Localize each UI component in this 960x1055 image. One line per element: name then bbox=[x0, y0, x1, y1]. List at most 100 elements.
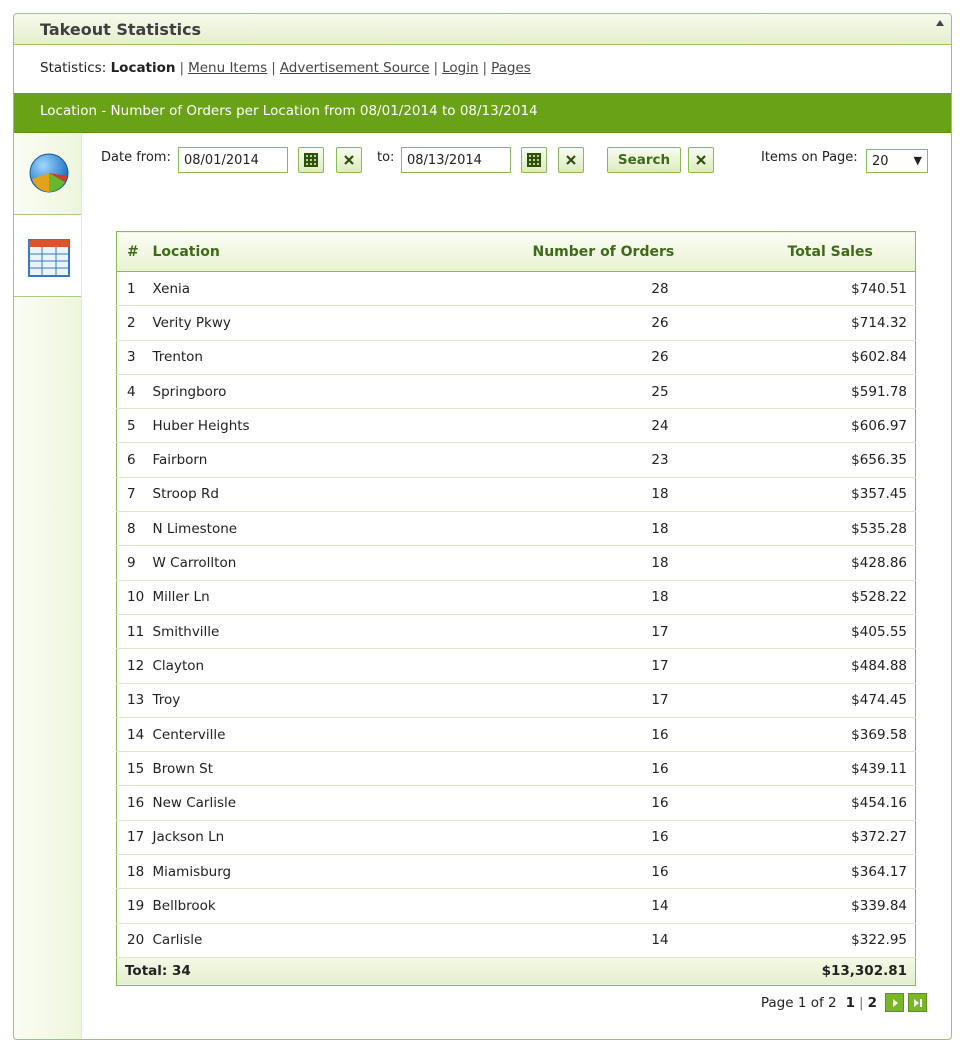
next-icon bbox=[892, 998, 898, 1007]
table-row: 13 Troy 17 $474.45 bbox=[116, 683, 916, 718]
table-row: 11 Smithville 17 $405.55 bbox=[116, 614, 916, 650]
date-from-clear-button[interactable] bbox=[336, 147, 362, 173]
cell-location: Troy bbox=[152, 683, 533, 718]
search-clear-button[interactable] bbox=[688, 147, 714, 173]
location-stats-table: # Location Number of Orders Total Sales … bbox=[116, 231, 916, 986]
nav-separator: | bbox=[271, 60, 276, 76]
date-to-label: to: bbox=[377, 150, 395, 165]
cell-number: 18 bbox=[116, 854, 153, 890]
cell-total-sales: $528.22 bbox=[787, 580, 916, 615]
cell-orders: 16 bbox=[532, 785, 788, 821]
table-row: 8N Limestone 18 $535.28 bbox=[116, 511, 916, 547]
table-row: 2 Verity Pkwy 26 $714.32 bbox=[116, 305, 916, 341]
date-to-input[interactable]: 08/13/2014 bbox=[401, 147, 511, 173]
close-icon bbox=[566, 155, 576, 165]
cell-number: 7 bbox=[116, 477, 153, 513]
table-row: 7 Stroop Rd 18 $357.45 bbox=[116, 477, 916, 513]
search-button[interactable]: Search bbox=[607, 147, 681, 173]
cell-total-sales: $454.16 bbox=[787, 785, 916, 821]
nav-link-advertisement-source[interactable]: Advertisement Source bbox=[280, 60, 430, 76]
cell-total-sales: $656.35 bbox=[787, 442, 916, 478]
cell-orders: 28 bbox=[532, 271, 788, 307]
table-row: 4 Springboro 25 $591.78 bbox=[116, 374, 916, 410]
cell-number: 1 bbox=[116, 271, 153, 307]
cell-orders: 24 bbox=[532, 408, 788, 444]
cell-number: 19 bbox=[116, 888, 153, 924]
date-from-calendar-button[interactable] bbox=[298, 147, 324, 173]
cell-orders: 17 bbox=[532, 614, 788, 650]
cell-number: 17 bbox=[116, 820, 153, 856]
panel-title: Takeout Statistics bbox=[40, 20, 202, 39]
date-to-clear-button[interactable] bbox=[558, 147, 584, 173]
nav-link-menu-items[interactable]: Menu Items bbox=[188, 60, 267, 76]
cell-total-sales: $606.97 bbox=[787, 408, 916, 444]
items-on-page-label: Items on Page: bbox=[761, 150, 858, 165]
page-2-link[interactable]: 2 bbox=[868, 995, 877, 1011]
cell-total-sales: $372.27 bbox=[787, 820, 916, 856]
date-from-input[interactable]: 08/01/2014 bbox=[178, 147, 288, 173]
table-row: 15 Brown St 16 $439.11 bbox=[116, 751, 916, 787]
date-from-label: Date from: bbox=[101, 150, 171, 165]
date-to-calendar-button[interactable] bbox=[521, 147, 547, 173]
page-separator: | bbox=[859, 994, 864, 1011]
next-page-button[interactable] bbox=[885, 993, 904, 1012]
cell-number: 3 bbox=[116, 340, 153, 375]
items-on-page-select[interactable]: 20 ▼ bbox=[866, 149, 928, 173]
cell-location: New Carlisle bbox=[152, 785, 533, 821]
table-row: 14 Centerville 16 $369.58 bbox=[116, 717, 916, 753]
cell-total-sales: $405.55 bbox=[787, 614, 916, 650]
cell-location: Centerville bbox=[152, 717, 533, 753]
nav-separator: | bbox=[433, 60, 439, 76]
view-tabs bbox=[14, 133, 82, 1039]
cell-location: Xenia bbox=[152, 271, 533, 307]
cell-number: 8 bbox=[116, 511, 153, 547]
last-page-button[interactable] bbox=[908, 993, 927, 1012]
table-row: 3 Trenton 26 $602.84 bbox=[116, 340, 916, 375]
collapse-icon[interactable] bbox=[935, 19, 945, 27]
cell-number: 14 bbox=[116, 717, 153, 753]
cell-orders: 17 bbox=[532, 648, 788, 684]
cell-number: 13 bbox=[116, 683, 153, 718]
calendar-icon bbox=[304, 153, 318, 167]
cell-orders: 14 bbox=[532, 923, 788, 958]
cell-location: Smithville bbox=[152, 614, 533, 650]
column-header-location[interactable]: Location bbox=[152, 231, 533, 272]
cell-number: 16 bbox=[116, 785, 153, 821]
cell-location: Miamisburg bbox=[152, 854, 533, 890]
cell-location: Trenton bbox=[152, 340, 533, 375]
close-icon bbox=[696, 155, 706, 165]
report-body: Date from: 08/01/2014 to: 08/13/2014 Sea… bbox=[14, 133, 951, 1039]
cell-location: Verity Pkwy bbox=[152, 305, 533, 341]
nav-current-location: Location bbox=[110, 60, 176, 76]
nav-link-login[interactable]: Login bbox=[442, 60, 478, 76]
cell-total-sales: $602.84 bbox=[787, 340, 916, 375]
cell-total-sales: $322.95 bbox=[787, 923, 916, 958]
calendar-icon bbox=[527, 153, 541, 167]
cell-total-sales: $369.58 bbox=[787, 717, 916, 753]
page-1-link[interactable]: 1 bbox=[846, 995, 855, 1011]
nav-link-pages[interactable]: Pages bbox=[491, 60, 531, 76]
cell-orders: 16 bbox=[532, 854, 788, 890]
cell-total-sales: $591.78 bbox=[787, 374, 916, 410]
last-page-icon bbox=[913, 998, 922, 1007]
cell-total-sales: $428.86 bbox=[787, 545, 916, 581]
tab-chart-view[interactable] bbox=[14, 133, 81, 215]
cell-orders: 26 bbox=[532, 340, 788, 375]
statistics-panel: Takeout Statistics Statistics: Location |… bbox=[13, 13, 952, 1040]
cell-total-sales: $714.32 bbox=[787, 305, 916, 341]
cell-total-sales: $339.84 bbox=[787, 888, 916, 924]
column-header-total-sales[interactable]: Total Sales bbox=[787, 231, 916, 272]
cell-orders: 16 bbox=[532, 820, 788, 856]
cell-number: 11 bbox=[116, 614, 153, 650]
cell-orders: 14 bbox=[532, 888, 788, 924]
tab-table-view[interactable] bbox=[14, 215, 81, 297]
nav-prefix: Statistics: bbox=[40, 60, 107, 76]
column-header-number[interactable]: # bbox=[116, 231, 153, 272]
table-row: 1 Xenia 28 $740.51 bbox=[116, 271, 916, 307]
cell-location: N Limestone bbox=[152, 511, 533, 547]
table-row: 12 Clayton 17 $484.88 bbox=[116, 648, 916, 684]
column-header-orders[interactable]: Number of Orders bbox=[532, 231, 788, 272]
table-icon bbox=[28, 239, 70, 277]
cell-number: 15 bbox=[116, 751, 153, 787]
cell-total-sales: $740.51 bbox=[787, 271, 916, 307]
